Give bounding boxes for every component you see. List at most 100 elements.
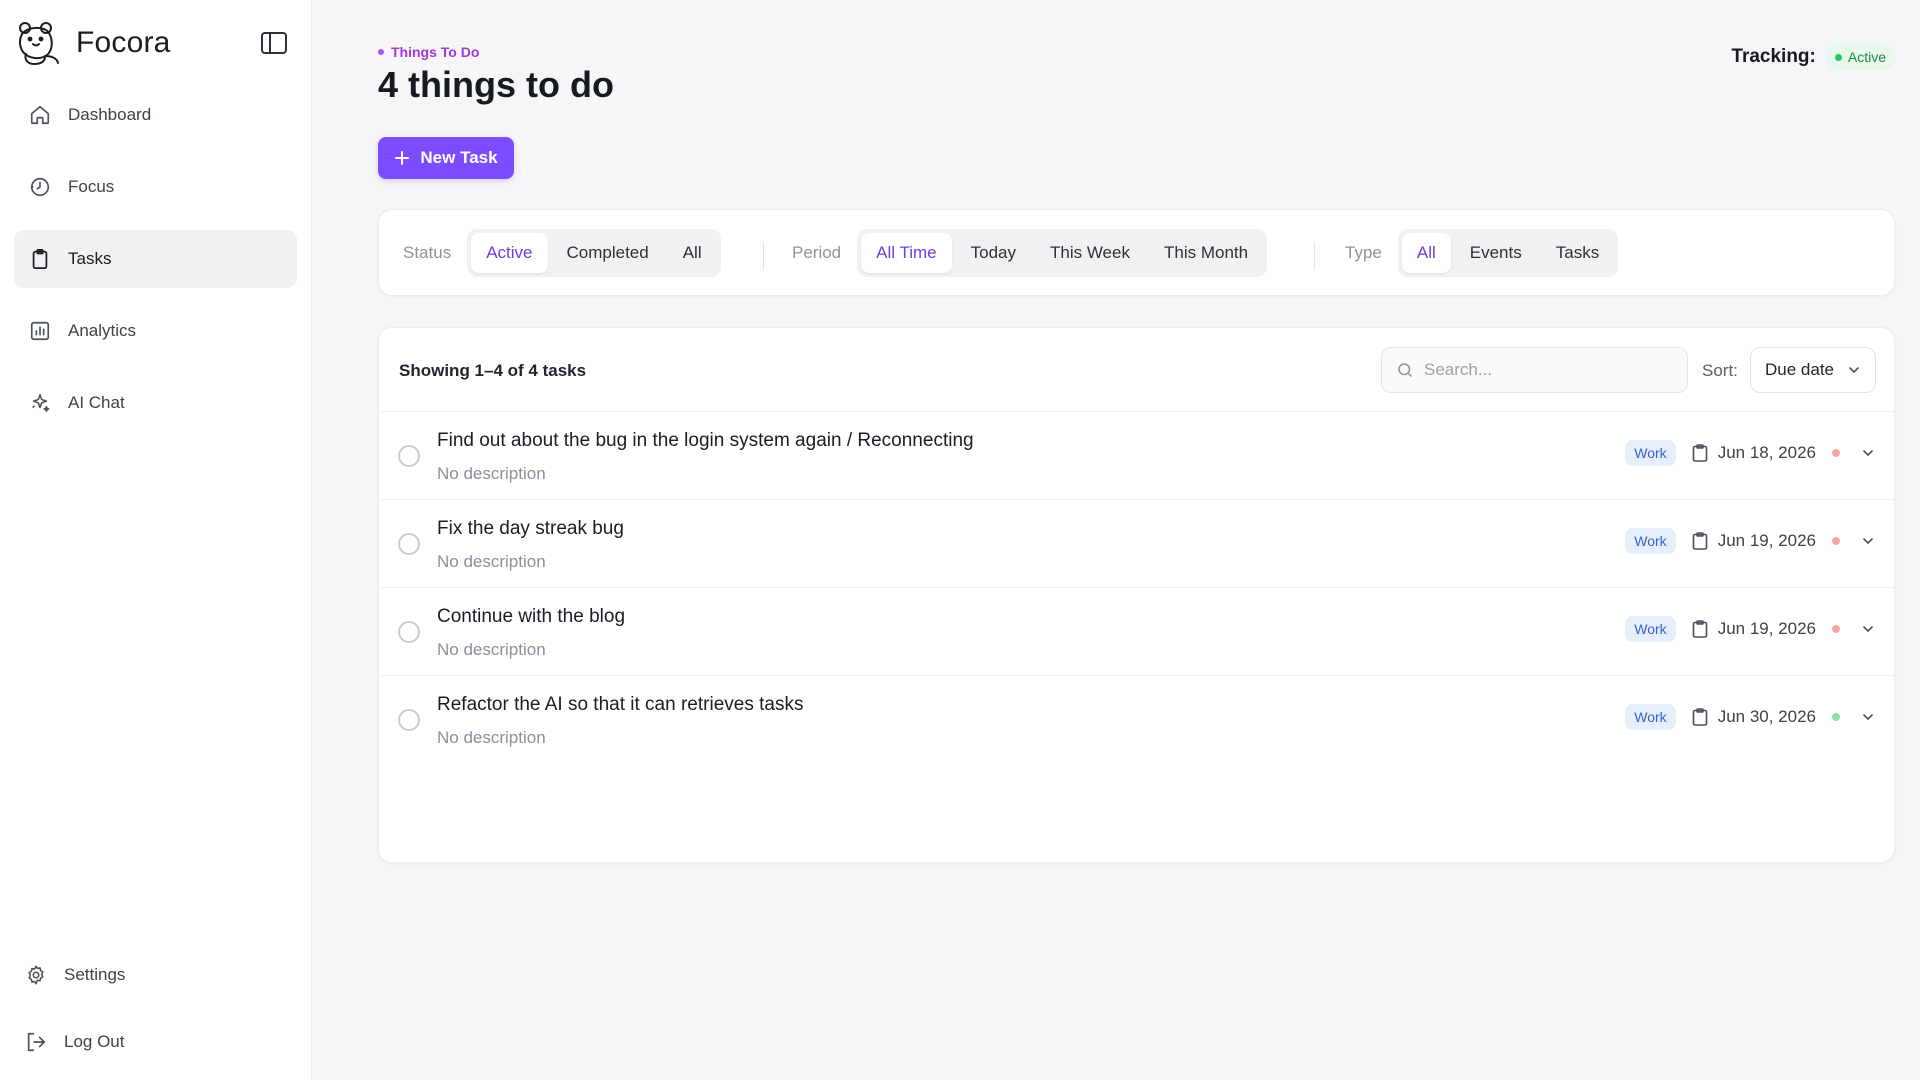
sidebar-item-ai-chat[interactable]: AI Chat	[14, 374, 297, 432]
priority-dot	[1832, 537, 1840, 545]
sort-dropdown[interactable]: Due date	[1750, 347, 1876, 393]
type-filter-label: Type	[1345, 243, 1382, 262]
expand-task-button[interactable]	[1860, 445, 1876, 461]
task-title: Refactor the AI so that it can retrieves…	[437, 694, 804, 715]
task-row[interactable]: Find out about the bug in the login syst…	[379, 412, 1894, 500]
period-filter: Period All Time Today This Week This Mon…	[792, 229, 1268, 277]
task-due-date: Jun 19, 2026	[1692, 531, 1816, 551]
task-description: No description	[437, 640, 546, 659]
app-name: Focora	[76, 26, 171, 59]
task-title: Find out about the bug in the login syst…	[437, 430, 974, 451]
expand-task-button[interactable]	[1860, 533, 1876, 549]
sort-label: Sort:	[1702, 361, 1738, 380]
sidebar-item-label: Log Out	[64, 1032, 125, 1051]
tracking-label: Tracking:	[1731, 46, 1816, 67]
type-option-all[interactable]: All	[1401, 233, 1451, 273]
task-tag: Work	[1625, 704, 1676, 730]
expand-task-button[interactable]	[1860, 621, 1876, 637]
sidebar-toggle-button[interactable]	[258, 28, 290, 58]
clipboard-icon	[1692, 532, 1707, 550]
task-row[interactable]: Refactor the AI so that it can retrieves…	[379, 676, 1894, 764]
sidebar-nav: Dashboard Focus Tasks Analytics AI Chat	[14, 86, 297, 446]
task-meta: Work Jun 30, 2026	[1625, 704, 1876, 730]
sort-value: Due date	[1765, 360, 1834, 379]
sidebar-item-analytics[interactable]: Analytics	[14, 302, 297, 360]
task-row[interactable]: Fix the day streak bug No description Wo…	[379, 500, 1894, 588]
priority-dot	[1832, 449, 1840, 457]
period-option-this-week[interactable]: This Week	[1035, 233, 1145, 273]
task-meta: Work Jun 18, 2026	[1625, 440, 1876, 466]
sidebar-item-tasks[interactable]: Tasks	[14, 230, 297, 288]
task-complete-checkbox[interactable]	[398, 709, 420, 731]
clipboard-icon	[28, 247, 52, 271]
home-icon	[28, 103, 52, 127]
chevron-down-icon	[1863, 538, 1873, 545]
sidebar-bottom-nav: Settings Log Out	[10, 946, 300, 1080]
task-tag: Work	[1625, 616, 1676, 642]
filter-divider	[1314, 242, 1315, 270]
sidebar-item-label: Analytics	[68, 321, 137, 340]
status-badge-label: Active	[1847, 49, 1886, 65]
status-option-all[interactable]: All	[668, 233, 717, 273]
task-due-date: Jun 18, 2026	[1692, 443, 1816, 463]
period-filter-label: Period	[792, 243, 842, 262]
task-date-label: Jun 19, 2026	[1717, 531, 1816, 550]
period-segmented-control: All Time Today This Week This Month	[857, 229, 1268, 277]
bar-chart-icon	[28, 319, 52, 343]
sidebar-item-dashboard[interactable]: Dashboard	[14, 86, 297, 144]
task-due-date: Jun 30, 2026	[1692, 707, 1816, 727]
status-segmented-control: Active Completed All	[467, 229, 721, 277]
task-title: Fix the day streak bug	[437, 518, 624, 539]
logout-icon	[24, 1030, 48, 1054]
clipboard-icon	[1692, 444, 1707, 462]
period-option-all-time[interactable]: All Time	[861, 233, 952, 273]
task-due-date: Jun 19, 2026	[1692, 619, 1816, 639]
sidebar: Focora Dashboard Focus Tasks Analytics A…	[0, 0, 312, 1080]
task-description: No description	[437, 464, 546, 483]
sidebar-item-logout[interactable]: Log Out	[10, 1013, 300, 1071]
eyebrow-dot-icon	[378, 49, 384, 55]
chevron-down-icon	[1863, 450, 1873, 457]
status-option-active[interactable]: Active	[471, 233, 548, 273]
clipboard-icon	[1692, 620, 1707, 638]
sidebar-item-label: Focus	[68, 177, 115, 196]
task-row[interactable]: Continue with the blog No description Wo…	[379, 588, 1894, 676]
tasks-card: Showing 1–4 of 4 tasks Sort: Due date Fi…	[378, 327, 1895, 863]
sidebar-item-label: Tasks	[68, 249, 112, 268]
filter-divider	[763, 242, 764, 270]
status-badge: Active	[1825, 44, 1896, 70]
sidebar-item-label: Dashboard	[68, 105, 152, 124]
task-date-label: Jun 30, 2026	[1717, 707, 1816, 726]
new-task-button[interactable]: New Task	[378, 137, 514, 179]
gear-icon	[24, 963, 48, 987]
page-title: 4 things to do	[378, 64, 614, 105]
task-meta: Work Jun 19, 2026	[1625, 616, 1876, 642]
chevron-down-icon	[1863, 626, 1873, 633]
sidebar-item-focus[interactable]: Focus	[14, 158, 297, 216]
status-option-completed[interactable]: Completed	[552, 233, 664, 273]
search-icon	[1398, 363, 1412, 377]
clipboard-icon	[1692, 708, 1707, 726]
period-option-this-month[interactable]: This Month	[1149, 233, 1263, 273]
task-tag: Work	[1625, 528, 1676, 554]
search-input[interactable]	[1424, 360, 1664, 380]
showing-count: Showing 1–4 of 4 tasks	[399, 361, 587, 380]
page-eyebrow: Things To Do	[378, 44, 479, 60]
type-option-tasks[interactable]: Tasks	[1541, 233, 1614, 273]
sparkle-icon	[28, 391, 52, 415]
new-task-label: New Task	[420, 148, 498, 167]
expand-task-button[interactable]	[1860, 709, 1876, 725]
task-date-label: Jun 19, 2026	[1717, 619, 1816, 638]
period-option-today[interactable]: Today	[956, 233, 1031, 273]
sidebar-item-label: Settings	[64, 965, 126, 984]
status-dot-icon	[1834, 53, 1842, 61]
status-filter: Status Active Completed All	[403, 229, 721, 277]
sidebar-item-settings[interactable]: Settings	[10, 946, 300, 1004]
task-complete-checkbox[interactable]	[398, 533, 420, 555]
type-option-events[interactable]: Events	[1455, 233, 1537, 273]
search-box	[1381, 347, 1688, 393]
task-complete-checkbox[interactable]	[398, 445, 420, 467]
task-date-label: Jun 18, 2026	[1717, 443, 1816, 462]
task-description: No description	[437, 728, 546, 747]
task-complete-checkbox[interactable]	[398, 621, 420, 643]
